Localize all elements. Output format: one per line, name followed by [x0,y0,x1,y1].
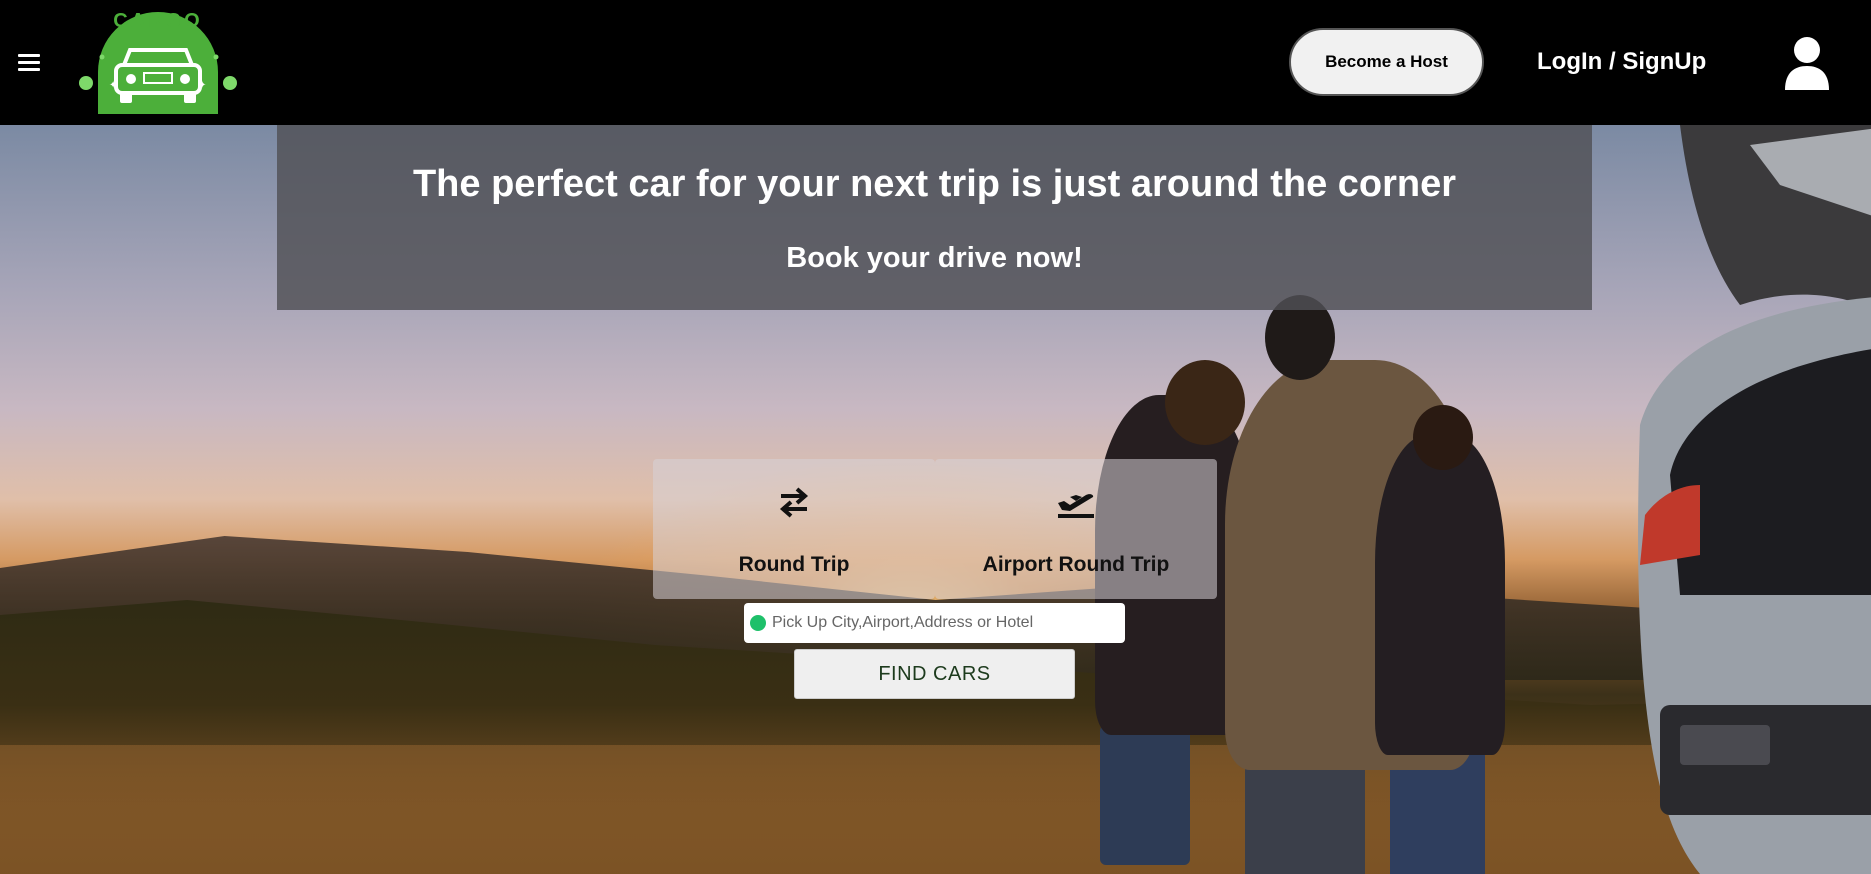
logo-text: CARGO [113,10,203,32]
round-trip-card[interactable]: Round Trip [653,459,935,599]
hamburger-menu-icon[interactable] [18,54,40,72]
round-trip-label: Round Trip [738,553,850,576]
pickup-location-input[interactable] [772,614,1112,632]
headline-banner: The perfect car for your next trip is ju… [277,125,1592,310]
become-host-button[interactable]: Become a Host [1289,28,1484,96]
location-dot-icon [750,615,766,631]
airport-round-trip-card[interactable]: Airport Round Trip [935,459,1217,599]
hero-subheadline: Book your drive now! [786,242,1083,274]
plane-departure-icon [1058,494,1094,518]
find-cars-button[interactable]: FIND CARS [794,649,1075,699]
top-navbar: ✦ ✦ CARGO Become a Host LogIn / SignUp [0,0,1871,125]
hero-headline: The perfect car for your next trip is ju… [412,163,1457,205]
user-icon[interactable] [1783,36,1831,90]
swap-arrows-icon [779,487,809,518]
car-image [1638,125,1871,874]
login-signup-link[interactable]: LogIn / SignUp [1537,48,1706,76]
cargo-logo[interactable]: ✦ ✦ CARGO [76,10,240,118]
airport-round-trip-label: Airport Round Trip [982,553,1170,576]
pickup-location-field[interactable] [744,603,1125,643]
